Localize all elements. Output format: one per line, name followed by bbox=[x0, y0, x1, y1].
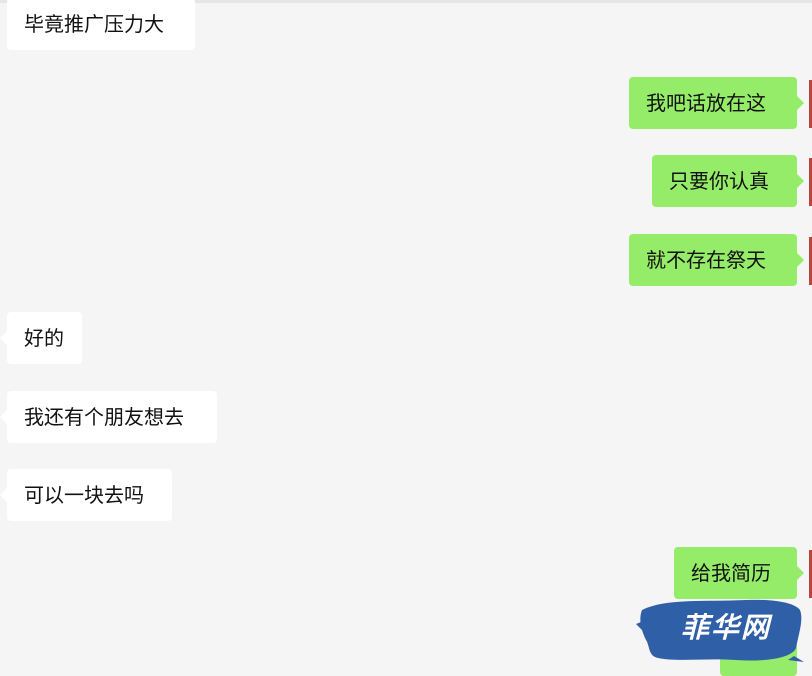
message-text: 我吧话放在这 bbox=[646, 91, 766, 115]
message-incoming: 可以一块去吗 bbox=[0, 469, 172, 521]
watermark-logo: 菲华网 bbox=[636, 596, 804, 664]
bubble-tail bbox=[797, 174, 804, 188]
bubble-tail bbox=[0, 331, 7, 345]
bubble-tail bbox=[0, 410, 7, 424]
bubble-tail bbox=[797, 253, 804, 267]
message-text: 只要你认真 bbox=[669, 169, 769, 193]
message-text: 就不存在祭天 bbox=[646, 248, 766, 272]
message-incoming: 我还有个朋友想去 bbox=[0, 391, 217, 443]
message-bubble-outgoing[interactable]: 只要你认真 bbox=[652, 155, 797, 207]
bubble-tail bbox=[0, 488, 7, 502]
message-bubble-incoming[interactable]: 毕竟推广压力大 bbox=[7, 0, 195, 50]
message-incoming: 好的 bbox=[0, 312, 82, 364]
message-text: 我还有个朋友想去 bbox=[24, 405, 184, 429]
bubble-tail bbox=[797, 566, 804, 580]
message-bubble-incoming[interactable]: 可以一块去吗 bbox=[7, 469, 172, 521]
message-text: 毕竟推广压力大 bbox=[24, 12, 164, 36]
message-bubble-outgoing[interactable]: 给我简历 bbox=[674, 547, 797, 599]
chat-message-list[interactable]: 毕竟推广压力大 我吧话放在这 只要你认真 就不存在祭天 好的 我还有个朋友想去 bbox=[0, 0, 812, 676]
message-outgoing: 只要你认真 bbox=[652, 155, 804, 207]
message-text: 给我简历 bbox=[691, 561, 771, 585]
watermark-text: 菲华网 bbox=[680, 611, 771, 644]
message-outgoing: 就不存在祭天 bbox=[629, 234, 804, 286]
message-outgoing: 我吧话放在这 bbox=[629, 77, 804, 129]
message-bubble-incoming[interactable]: 好的 bbox=[7, 312, 82, 364]
message-outgoing: 给我简历 bbox=[674, 547, 804, 599]
message-incoming: 毕竟推广压力大 bbox=[7, 0, 195, 50]
message-bubble-outgoing[interactable]: 就不存在祭天 bbox=[629, 234, 797, 286]
message-text: 可以一块去吗 bbox=[24, 483, 144, 507]
message-text: 好的 bbox=[24, 326, 64, 350]
message-bubble-incoming[interactable]: 我还有个朋友想去 bbox=[7, 391, 217, 443]
message-bubble-outgoing[interactable]: 我吧话放在这 bbox=[629, 77, 797, 129]
bubble-tail bbox=[797, 96, 804, 110]
